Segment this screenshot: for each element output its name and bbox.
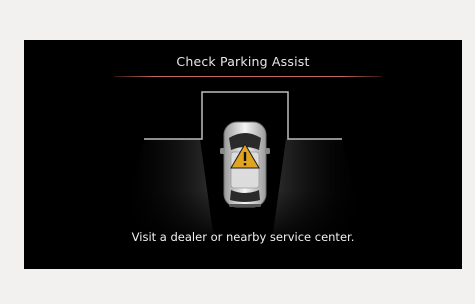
alert-message: Visit a dealer or nearby service center. xyxy=(131,230,355,244)
parking-assist-alert-screen: Check Parking Assist Visit a dealer or n… xyxy=(24,40,462,269)
